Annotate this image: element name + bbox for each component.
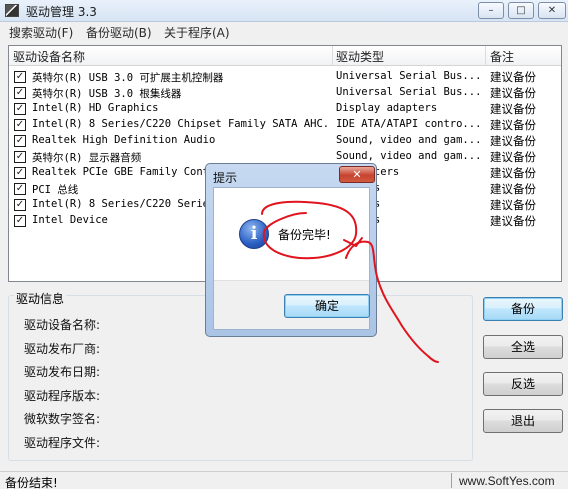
- status-text: 备份结束!: [5, 476, 58, 489]
- row-note: 建议备份: [490, 150, 536, 164]
- dialog-message: 备份完毕!: [278, 228, 331, 242]
- column-driver-type[interactable]: 驱动类型: [336, 48, 384, 65]
- menu-bar: 搜索驱动(F) 备份驱动(B) 关于程序(A): [0, 22, 568, 41]
- table-row[interactable]: ✓ Intel(R) HD Graphics Display adapters 建议备…: [9, 101, 561, 117]
- list-header: 驱动设备名称 驱动类型 备注: [9, 46, 561, 66]
- row-driver-type: Universal Serial Bus...: [336, 86, 482, 98]
- row-note: 建议备份: [490, 70, 536, 84]
- window-title: 驱动管理 3.3: [26, 5, 97, 19]
- table-row[interactable]: ✓ 英特尔(R) USB 3.0 可扩展主机控制器 Universal Serial…: [9, 69, 561, 85]
- row-checkbox[interactable]: ✓: [14, 71, 26, 83]
- row-checkbox[interactable]: ✓: [14, 103, 26, 115]
- menu-backup-driver[interactable]: 备份驱动(B): [86, 24, 152, 41]
- table-row[interactable]: ✓ 英特尔(R) USB 3.0 根集线器 Universal Serial Bus…: [9, 85, 561, 101]
- row-note: 建议备份: [490, 134, 536, 148]
- title-bar: 驱动管理 3.3 – □ ✕: [0, 0, 568, 22]
- driver-info-title: 驱动信息: [14, 290, 67, 307]
- row-checkbox[interactable]: ✓: [14, 119, 26, 131]
- app-icon: [5, 4, 19, 17]
- row-note: 建议备份: [490, 198, 536, 212]
- row-checkbox[interactable]: ✓: [14, 87, 26, 99]
- dialog-body: i 备份完毕! 确定: [213, 187, 370, 330]
- invert-selection-button[interactable]: 反选: [483, 372, 563, 396]
- minimize-button[interactable]: –: [478, 2, 504, 19]
- info-vendor-label: 驱动发布厂商:: [24, 342, 101, 356]
- dialog-title: 提示: [213, 171, 238, 185]
- row-note: 建议备份: [490, 214, 536, 228]
- menu-search-driver[interactable]: 搜索驱动(F): [9, 24, 73, 41]
- status-bar: 备份结束! www.SoftYes.com: [0, 471, 568, 489]
- message-dialog: 提示 ✕ i 备份完毕! 确定: [205, 163, 377, 337]
- row-note: 建议备份: [490, 118, 536, 132]
- row-driver-type: Sound, video and gam...: [336, 150, 482, 162]
- row-driver-type: Display adapters: [336, 102, 438, 114]
- row-device-name: 英特尔(R) USB 3.0 可扩展主机控制器: [32, 72, 224, 84]
- row-driver-type: IDE ATA/ATAPI contro...: [336, 118, 482, 130]
- table-row[interactable]: ✓ Intel(R) 8 Series/C220 Chipset Family S…: [9, 117, 561, 133]
- row-note: 建议备份: [490, 86, 536, 100]
- watermark-text: www.SoftYes.com: [459, 474, 555, 488]
- close-button[interactable]: ✕: [538, 2, 566, 19]
- exit-button[interactable]: 退出: [483, 409, 563, 433]
- row-note: 建议备份: [490, 166, 536, 180]
- row-device-name: Intel(R) HD Graphics: [32, 102, 159, 114]
- row-checkbox[interactable]: ✓: [14, 199, 26, 211]
- row-note: 建议备份: [490, 102, 536, 116]
- info-signature-label: 微软数字签名:: [24, 412, 101, 426]
- backup-button[interactable]: 备份: [483, 297, 563, 321]
- row-device-name: Intel(R) 8 Series/C220 Chipset Family SA…: [32, 118, 330, 130]
- row-device-name: 英特尔(R) USB 3.0 根集线器: [32, 88, 182, 100]
- dialog-close-button[interactable]: ✕: [339, 166, 375, 183]
- row-checkbox[interactable]: ✓: [14, 151, 26, 163]
- row-device-name: Realtek High Definition Audio: [32, 134, 216, 146]
- dialog-footer: 确定: [214, 280, 370, 329]
- info-version-label: 驱动程序版本:: [24, 389, 101, 403]
- dialog-ok-button[interactable]: 确定: [284, 294, 370, 318]
- row-note: 建议备份: [490, 182, 536, 196]
- info-device-name-label: 驱动设备名称:: [24, 318, 101, 332]
- info-icon: i: [239, 219, 269, 249]
- row-checkbox[interactable]: ✓: [14, 167, 26, 179]
- row-driver-type: Universal Serial Bus...: [336, 70, 482, 82]
- table-row[interactable]: ✓ Realtek High Definition Audio Sound, vid…: [9, 133, 561, 149]
- row-checkbox[interactable]: ✓: [14, 215, 26, 227]
- info-file-label: 驱动程序文件:: [24, 436, 101, 450]
- status-divider: [451, 473, 452, 488]
- info-date-label: 驱动发布日期:: [24, 365, 101, 379]
- select-all-button[interactable]: 全选: [483, 335, 563, 359]
- column-note[interactable]: 备注: [490, 48, 514, 65]
- row-checkbox[interactable]: ✓: [14, 183, 26, 195]
- row-driver-type: Sound, video and gam...: [336, 134, 482, 146]
- row-checkbox[interactable]: ✓: [14, 135, 26, 147]
- column-divider[interactable]: [485, 46, 486, 66]
- maximize-button[interactable]: □: [508, 2, 534, 19]
- column-divider[interactable]: [332, 46, 333, 66]
- menu-about[interactable]: 关于程序(A): [164, 24, 230, 41]
- column-device-name[interactable]: 驱动设备名称: [13, 48, 85, 65]
